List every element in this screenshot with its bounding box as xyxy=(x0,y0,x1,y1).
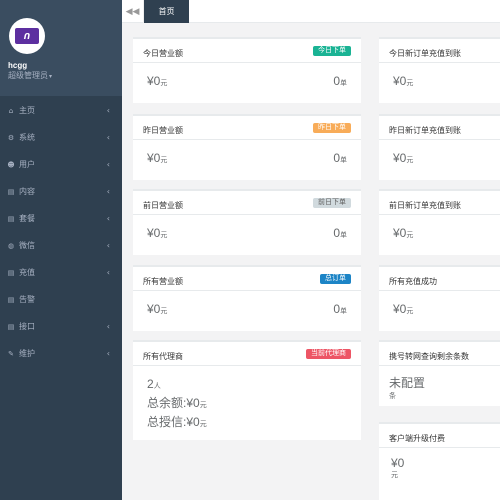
backward-icon: ◀◀ xyxy=(125,6,140,17)
sidebar-item-label: 主页 xyxy=(19,106,35,115)
badge-before-orders: 前日下单 xyxy=(313,198,351,208)
wechat-icon: ◍ xyxy=(7,241,15,250)
card-today-recharge: 今日新订单充值到账 ¥0元 xyxy=(379,37,500,103)
chevron-left-icon: ‹ xyxy=(106,133,110,142)
card-today-revenue: 今日营业额 今日下单 ¥0元 0单 xyxy=(133,37,361,103)
badge-total-orders: 总订单 xyxy=(320,274,351,284)
badge-current-agents: 当前代理商 xyxy=(306,349,351,359)
tab-bar: ◀◀ 首页 xyxy=(122,0,500,23)
chevron-left-icon: ‹ xyxy=(106,214,110,223)
card-yesterday-revenue: 昨日营业额 昨日下单 ¥0元 0单 xyxy=(133,114,361,180)
card-before-revenue: 前日营业额 前日下单 ¥0元 0单 xyxy=(133,189,361,255)
chevron-left-icon: ‹ xyxy=(106,241,110,250)
sidebar-item[interactable]: ☻ 用户 ‹ xyxy=(0,151,122,178)
profile-role-dropdown[interactable]: 超级管理员▾ xyxy=(8,70,52,81)
home-icon: ⌂ xyxy=(8,106,14,115)
sidebar-item[interactable]: ✎ 维护 ‹ xyxy=(0,340,122,367)
card-title: 今日新订单充值到账 xyxy=(389,49,461,58)
query-unit: 条 xyxy=(389,393,396,400)
chevron-left-icon: ‹ xyxy=(106,322,110,331)
caret-down-icon: ▾ xyxy=(49,74,53,80)
sidebar: ᑎ hcgg 超级管理员▾ ⌂ 主页 ‹ ⚙ 系统 ‹ ☻ 用户 ‹ ▤ 内容 ‹ ▤ 套餐 ‹ ◍ 微信 ‹ ▤ 充… xyxy=(0,0,122,500)
agent-balance: 总余额:¥0元 xyxy=(147,396,207,410)
sidebar-item-label: 套餐 xyxy=(19,214,35,223)
sidebar-item-label: 系统 xyxy=(19,133,35,142)
users-icon: ☻ xyxy=(7,160,15,169)
avatar[interactable]: ᑎ xyxy=(9,18,45,54)
card-before-recharge: 前日新订单充值到账 ¥0元 xyxy=(379,189,500,255)
logo-icon: ᑎ xyxy=(15,28,39,44)
query-value: 未配置 xyxy=(389,376,426,390)
tab-home[interactable]: 首页 xyxy=(144,0,189,23)
file-text-icon: ▤ xyxy=(7,268,15,277)
profile-panel: ᑎ hcgg 超级管理员▾ xyxy=(0,0,122,96)
card-title: 客户端升级付费 xyxy=(389,434,445,443)
order-count: 0单 xyxy=(333,302,347,316)
sidebar-item[interactable]: ▤ 告警 xyxy=(0,286,122,313)
sidebar-item-label: 维护 xyxy=(19,349,35,358)
card-client-upgrade: 客户端升级付费 ¥0 元 xyxy=(379,422,500,500)
recharge-value: ¥0元 xyxy=(393,226,414,240)
sidebar-item-label: 内容 xyxy=(19,187,35,196)
revenue-value: ¥0元 xyxy=(147,302,168,316)
order-count: 0单 xyxy=(333,151,347,165)
card-all-revenue: 所有营业额 总订单 ¥0元 0单 xyxy=(133,265,361,331)
chevron-left-icon: ‹ xyxy=(106,268,110,277)
card-title: 今日营业额 xyxy=(143,49,183,58)
file-text-icon: ▤ xyxy=(7,214,15,223)
sidebar-item-label: 告警 xyxy=(19,295,35,304)
order-count: 0单 xyxy=(333,74,347,88)
card-title: 昨日新订单充值到账 xyxy=(389,126,461,135)
agent-credit: 总授信:¥0元 xyxy=(147,415,207,429)
agent-count: 2人 xyxy=(147,377,161,391)
sidebar-item-label: 微信 xyxy=(19,241,35,250)
sidebar-item[interactable]: ▤ 套餐 ‹ xyxy=(0,205,122,232)
card-title: 所有充值成功 xyxy=(389,277,437,286)
badge-yesterday-orders: 昨日下单 xyxy=(313,123,351,133)
order-count: 0单 xyxy=(333,226,347,240)
file-text-icon: ▤ xyxy=(7,295,15,304)
upgrade-unit: 元 xyxy=(391,472,398,479)
card-title: 所有代理商 xyxy=(143,352,183,361)
recharge-value: ¥0元 xyxy=(393,151,414,165)
sidebar-item[interactable]: ⚙ 系统 ‹ xyxy=(0,124,122,151)
gears-icon: ⚙ xyxy=(7,133,15,142)
chevron-left-icon: ‹ xyxy=(106,106,110,115)
recharge-value: ¥0元 xyxy=(393,302,414,316)
card-query-remaining: 携号转网查询剩余条数 未配置 条 xyxy=(379,340,500,406)
badge-today-orders: 今日下单 xyxy=(313,46,351,56)
card-all-agents: 所有代理商 当前代理商 2人 总余额:¥0元 总授信:¥0元 xyxy=(133,340,361,440)
sidebar-item-label: 用户 xyxy=(19,160,35,169)
card-title: 所有营业额 xyxy=(143,277,183,286)
file-icon: ▤ xyxy=(7,187,15,196)
card-title: 携号转网查询剩余条数 xyxy=(389,352,469,361)
upgrade-value: ¥0 xyxy=(391,456,405,470)
card-yesterday-recharge: 昨日新订单充值到账 ¥0元 xyxy=(379,114,500,180)
file-icon: ▤ xyxy=(7,322,15,331)
chevron-left-icon: ‹ xyxy=(106,160,110,169)
revenue-value: ¥0元 xyxy=(147,74,168,88)
sidebar-item-label: 充值 xyxy=(19,268,35,277)
revenue-value: ¥0元 xyxy=(147,151,168,165)
sidebar-item[interactable]: ◍ 微信 ‹ xyxy=(0,232,122,259)
sidebar-item[interactable]: ▤ 充值 ‹ xyxy=(0,259,122,286)
sidebar-item[interactable]: ▤ 接口 ‹ xyxy=(0,313,122,340)
tab-scroll-left-button[interactable]: ◀◀ xyxy=(122,0,144,23)
card-title: 前日新订单充值到账 xyxy=(389,201,461,210)
sidebar-item[interactable]: ⌂ 主页 ‹ xyxy=(0,97,122,124)
card-title: 昨日营业额 xyxy=(143,126,183,135)
sidebar-menu: ⌂ 主页 ‹ ⚙ 系统 ‹ ☻ 用户 ‹ ▤ 内容 ‹ ▤ 套餐 ‹ ◍ 微信 ‹ ▤ 充值 ‹ ▤ 告警 ▤ 接口 ‹ ✎ 维护 ‹ xyxy=(0,97,122,367)
revenue-value: ¥0元 xyxy=(147,226,168,240)
recharge-value: ¥0元 xyxy=(393,74,414,88)
chevron-left-icon: ‹ xyxy=(106,187,110,196)
profile-name: hcgg xyxy=(8,61,28,70)
sidebar-item-label: 接口 xyxy=(19,322,35,331)
card-title: 前日营业额 xyxy=(143,201,183,210)
sidebar-item[interactable]: ▤ 内容 ‹ xyxy=(0,178,122,205)
card-all-recharge: 所有充值成功 ¥0元 xyxy=(379,265,500,331)
wrench-icon: ✎ xyxy=(8,349,14,358)
chevron-left-icon: ‹ xyxy=(106,349,110,358)
profile-role-label: 超级管理员 xyxy=(8,71,48,80)
